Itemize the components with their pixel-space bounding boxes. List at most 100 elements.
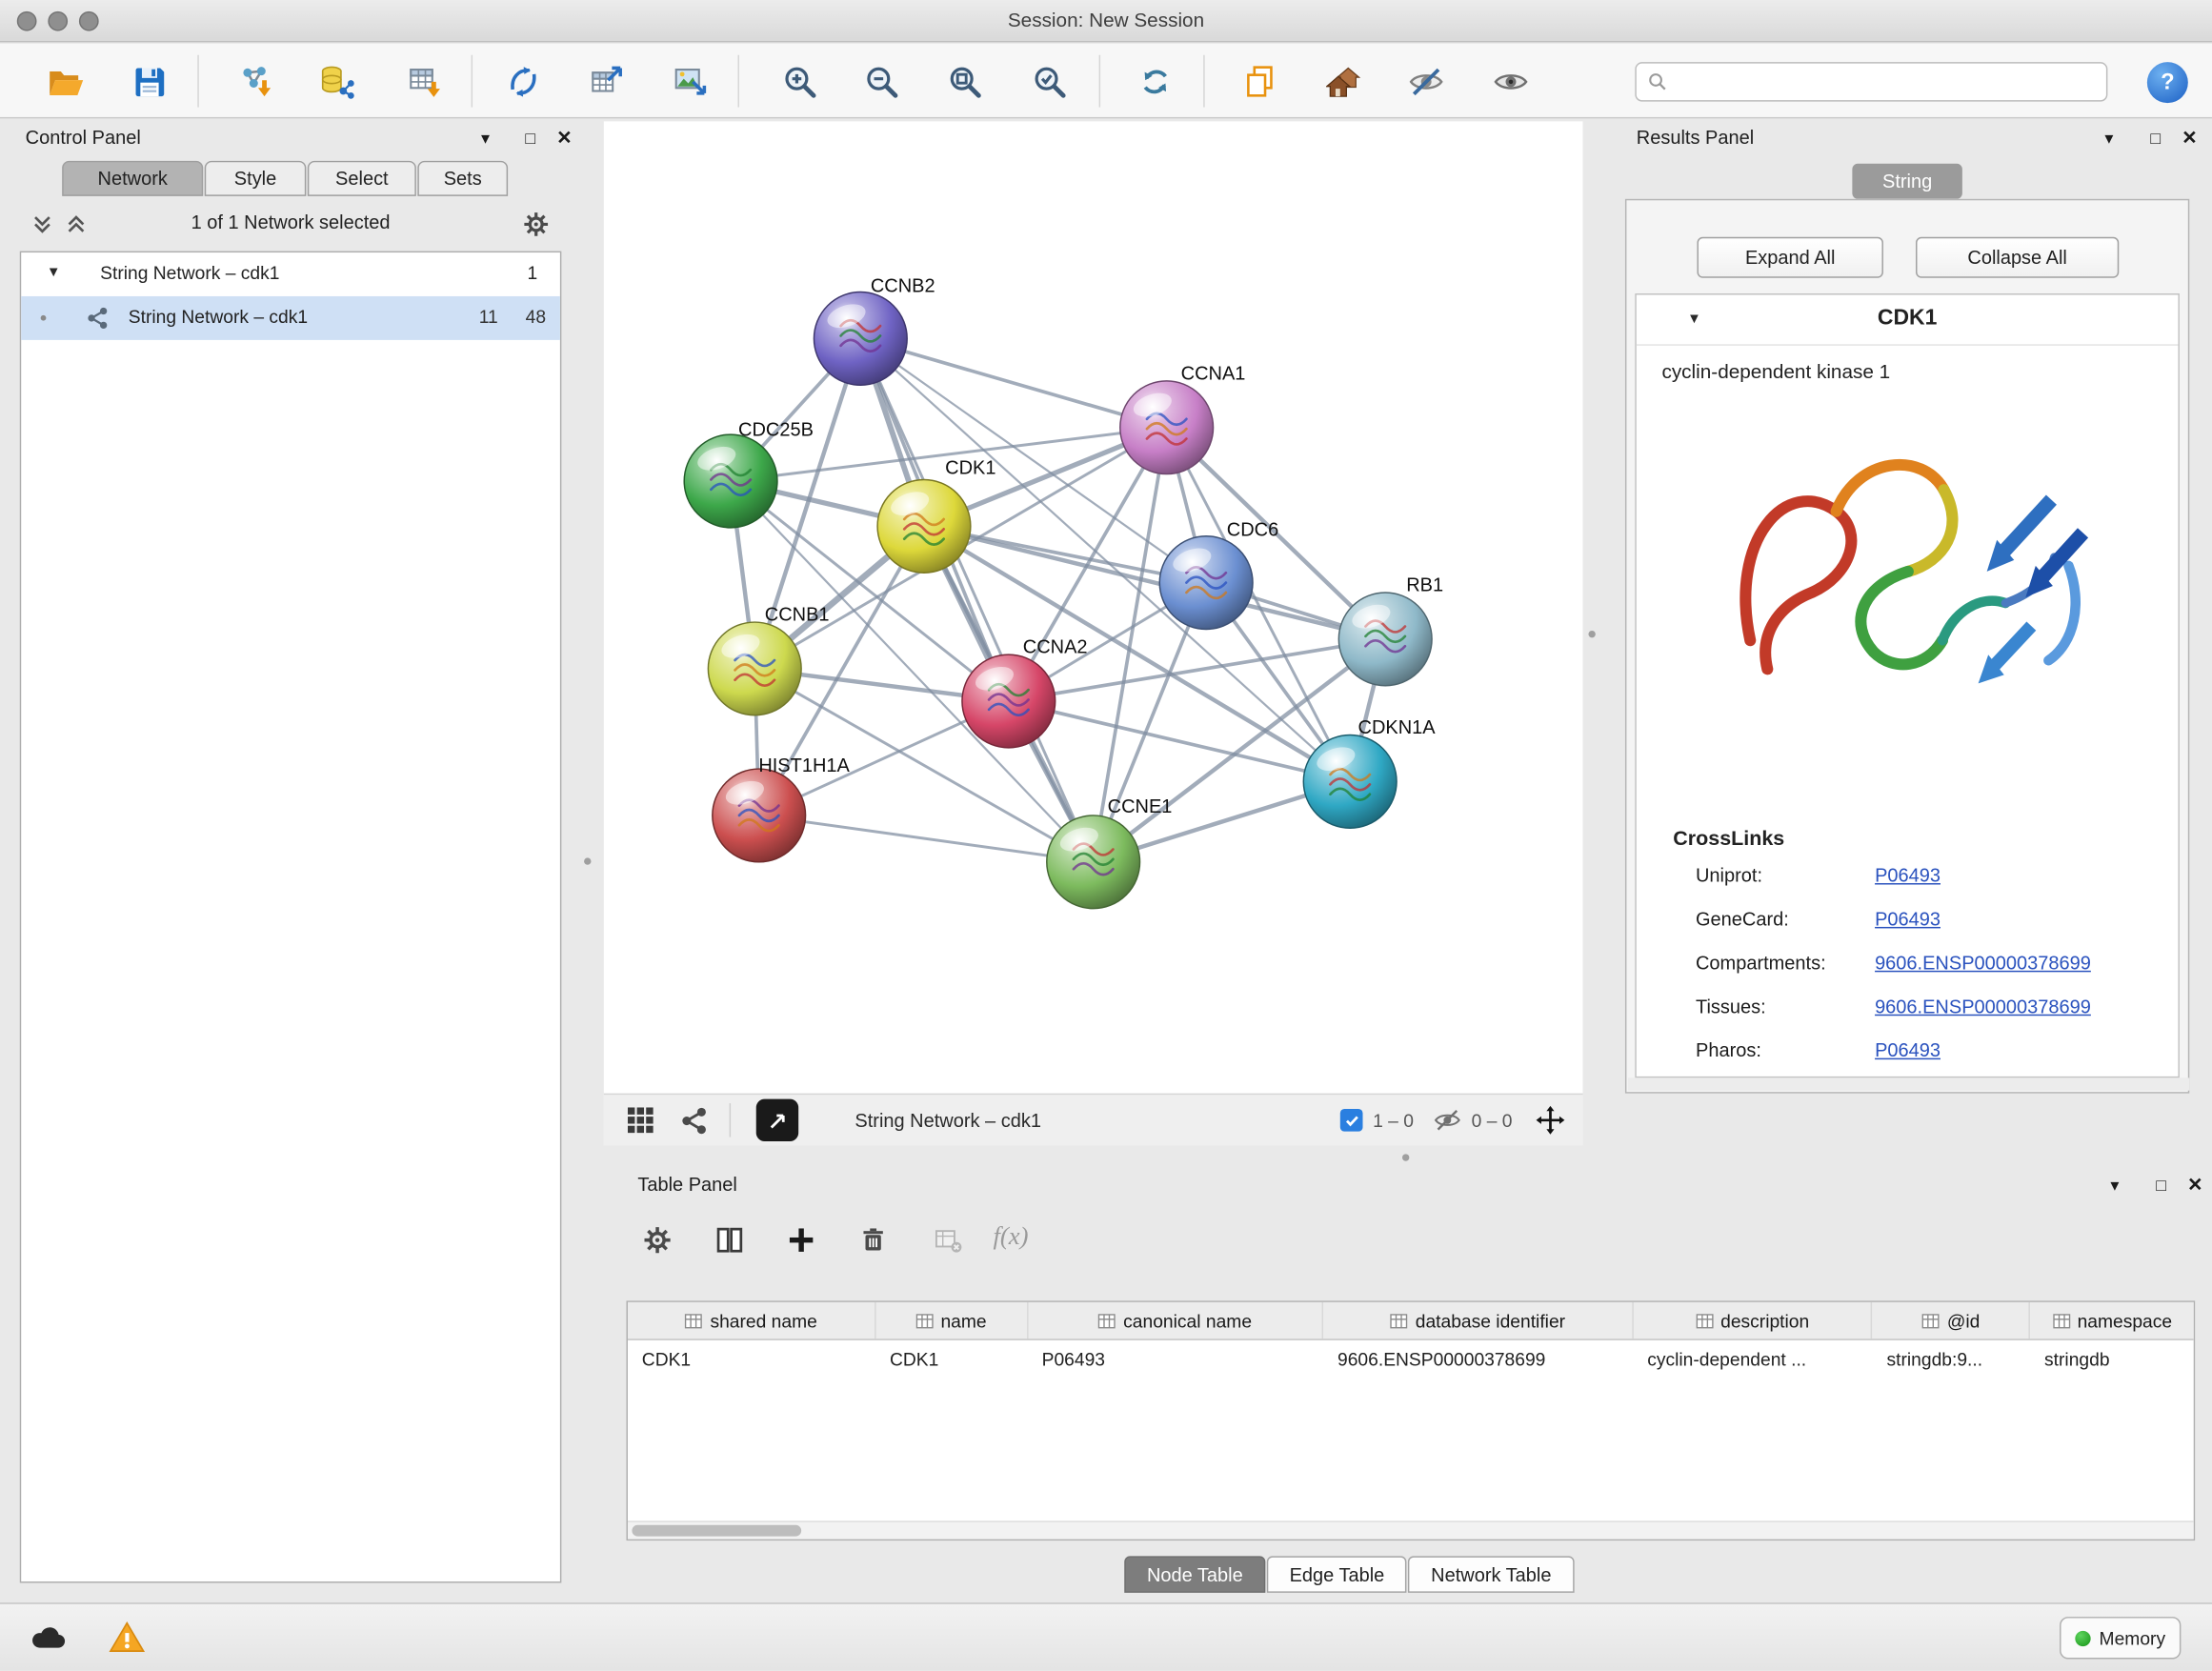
panel-menu-icon[interactable]: ▾	[2097, 127, 2122, 150]
cell-name[interactable]: CDK1	[875, 1340, 1028, 1379]
import-network-database-button[interactable]	[312, 56, 362, 107]
network-edge-CCNB2-CCNA1[interactable]	[860, 338, 1166, 427]
delete-column-button[interactable]	[849, 1217, 896, 1264]
help-button[interactable]: ?	[2147, 62, 2188, 103]
zoom-in-button[interactable]	[774, 56, 825, 107]
column-header-shared-name[interactable]: shared name	[628, 1302, 875, 1339]
crosslink-label: Uniprot:	[1696, 865, 1762, 886]
column-header-database-identifier[interactable]: database identifier	[1323, 1302, 1633, 1339]
status-bar: Memory	[0, 1602, 2212, 1670]
export-table-button[interactable]	[581, 56, 632, 107]
external-arrow-icon	[767, 1110, 788, 1131]
table-options-gear-button[interactable]	[633, 1217, 681, 1264]
collapse-all-button[interactable]: Collapse All	[1916, 237, 2119, 278]
main-toolbar: ?	[0, 44, 2212, 118]
birdseye-grid-button[interactable]	[627, 1106, 655, 1135]
crosslink-pharos-link[interactable]: P06493	[1875, 1039, 1941, 1060]
show-columns-button[interactable]	[705, 1217, 753, 1264]
search-input[interactable]	[1676, 71, 2095, 92]
warnings-button[interactable]	[108, 1619, 147, 1658]
network-view-panel[interactable]: CCNB2CCNA1CDC25BCDK1CDC6RB1CCNB1CCNA2CDK…	[604, 121, 1583, 1145]
crosslink-tissues-link[interactable]: 9606.ENSP00000378699	[1875, 996, 2091, 1017]
gene-section-header[interactable]: ▼ CDK1	[1637, 294, 2179, 345]
results-horizontal-scrollbar[interactable]	[1628, 1077, 2189, 1090]
selected-nodes-checkbox[interactable]	[1340, 1109, 1363, 1132]
network-collection-row[interactable]: ▼ String Network – cdk1 1	[21, 252, 560, 296]
cell-namespace[interactable]: stringdb	[2030, 1340, 2193, 1379]
tab-style[interactable]: Style	[205, 161, 307, 196]
delete-table-button-disabled[interactable]	[924, 1217, 972, 1264]
export-image-button[interactable]	[664, 56, 714, 107]
zoom-out-button[interactable]	[856, 56, 907, 107]
search-field[interactable]	[1635, 62, 2107, 101]
cell-shared-name[interactable]: CDK1	[628, 1340, 875, 1379]
column-header-name[interactable]: name	[875, 1302, 1028, 1339]
window-title: Session: New Session	[0, 9, 2212, 31]
hide-graphics-details-button[interactable]	[1400, 56, 1451, 107]
panel-menu-icon[interactable]: ▾	[2101, 1174, 2127, 1197]
crosslink-genecard-link[interactable]: P06493	[1875, 909, 1941, 930]
pan-mode-button[interactable]	[1535, 1105, 1566, 1137]
tab-network-table[interactable]: Network Table	[1408, 1556, 1574, 1593]
import-network-file-button[interactable]	[231, 56, 282, 107]
tab-select[interactable]: Select	[308, 161, 416, 196]
panel-close-icon[interactable]: ✕	[552, 127, 577, 150]
network-canvas[interactable]: CCNB2CCNA1CDC25BCDK1CDC6RB1CCNB1CCNA2CDK…	[604, 121, 1583, 1093]
scrollbar-thumb[interactable]	[632, 1525, 801, 1537]
network-edge-CDK1-RB1[interactable]	[924, 526, 1385, 638]
network-options-gear-button[interactable]	[522, 211, 551, 239]
apply-layout-button[interactable]	[1130, 56, 1180, 107]
crosslink-compartments-link[interactable]: 9606.ENSP00000378699	[1875, 953, 2091, 974]
tab-edge-table[interactable]: Edge Table	[1267, 1556, 1407, 1593]
tab-node-table[interactable]: Node Table	[1124, 1556, 1265, 1593]
cell-database-identifier[interactable]: 9606.ENSP00000378699	[1323, 1340, 1633, 1379]
expand-all-button[interactable]: Expand All	[1697, 237, 1882, 278]
column-header-canonical-name[interactable]: canonical name	[1028, 1302, 1323, 1339]
cloud-status-button[interactable]	[29, 1619, 68, 1658]
table-horizontal-scrollbar[interactable]	[628, 1520, 2194, 1539]
tab-network[interactable]: Network	[62, 161, 203, 196]
left-splitter-handle[interactable]	[584, 857, 591, 864]
home-button[interactable]	[1319, 56, 1370, 107]
check-icon	[1344, 1113, 1359, 1128]
panel-float-icon[interactable]: □	[2142, 127, 2168, 150]
column-header-description[interactable]: description	[1633, 1302, 1872, 1339]
tab-sets[interactable]: Sets	[417, 161, 508, 196]
panel-menu-icon[interactable]: ▾	[473, 127, 498, 150]
panel-close-icon[interactable]: ✕	[2182, 1174, 2208, 1197]
create-column-button[interactable]	[777, 1217, 825, 1264]
network-share-button[interactable]	[680, 1105, 710, 1135]
network-view-title: String Network – cdk1	[855, 1110, 1041, 1131]
zoom-fit-button[interactable]	[939, 56, 990, 107]
panel-close-icon[interactable]: ✕	[2177, 127, 2202, 150]
import-table-file-button[interactable]	[399, 56, 450, 107]
clone-network-button[interactable]	[1235, 56, 1285, 107]
horizontal-splitter-handle[interactable]	[1402, 1154, 1409, 1160]
export-network-button[interactable]	[498, 56, 549, 107]
hidden-elements-button[interactable]	[1434, 1106, 1462, 1135]
network-row-selected[interactable]: ● String Network – cdk1 11 48	[21, 296, 560, 340]
show-graphics-details-button[interactable]	[1485, 56, 1536, 107]
save-session-button[interactable]	[124, 56, 174, 107]
tab-string[interactable]: String	[1852, 164, 1962, 199]
memory-status-dot	[2075, 1630, 2090, 1645]
open-session-button[interactable]	[39, 56, 90, 107]
zoom-selected-button[interactable]	[1024, 56, 1075, 107]
panel-float-icon[interactable]: □	[2148, 1174, 2174, 1197]
column-header-id[interactable]: @id	[1873, 1302, 2031, 1339]
detach-view-button[interactable]	[756, 1099, 798, 1141]
network-edge-HIST1H1A-CCNE1[interactable]	[759, 815, 1094, 862]
panel-float-icon[interactable]: □	[517, 127, 543, 150]
table-row[interactable]: CDK1 CDK1 P06493 9606.ENSP00000378699 cy…	[628, 1340, 2194, 1379]
import-network-icon	[238, 64, 275, 101]
right-splitter-handle[interactable]	[1588, 631, 1595, 637]
column-header-namespace[interactable]: namespace	[2030, 1302, 2193, 1339]
memory-button[interactable]: Memory	[2060, 1617, 2181, 1659]
cell-canonical-name[interactable]: P06493	[1028, 1340, 1323, 1379]
cell-id[interactable]: stringdb:9...	[1873, 1340, 2031, 1379]
network-edge-CCNB2-CCNE1[interactable]	[860, 338, 1093, 861]
function-builder-button[interactable]: f(x)	[994, 1221, 1029, 1251]
tree-expand-icon[interactable]: ▼	[47, 265, 61, 280]
cell-description[interactable]: cyclin-dependent ...	[1633, 1340, 1872, 1379]
crosslink-uniprot-link[interactable]: P06493	[1875, 865, 1941, 886]
